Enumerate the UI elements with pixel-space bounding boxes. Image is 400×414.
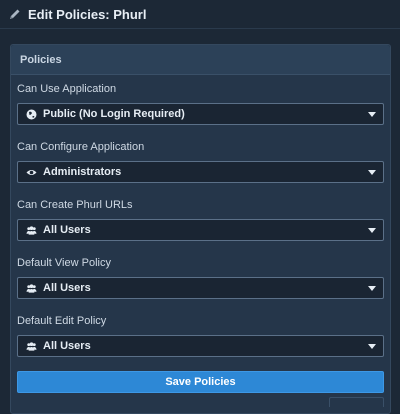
users-icon bbox=[26, 283, 37, 294]
page-header: Edit Policies: Phurl bbox=[0, 0, 400, 28]
can-configure-application-label: Can Configure Application bbox=[17, 141, 145, 153]
panel-heading: Policies bbox=[11, 45, 390, 75]
can-use-application-label: Can Use Application bbox=[17, 83, 117, 95]
chevron-down-icon bbox=[368, 286, 376, 291]
pencil-icon bbox=[8, 7, 22, 21]
globe-icon bbox=[26, 109, 37, 120]
users-icon bbox=[26, 225, 37, 236]
chevron-down-icon bbox=[368, 228, 376, 233]
select-value: All Users bbox=[43, 340, 91, 352]
header-divider bbox=[0, 28, 400, 29]
chevron-down-icon bbox=[368, 170, 376, 175]
can-use-application-select[interactable]: Public (No Login Required) bbox=[17, 103, 384, 125]
secondary-button-edge[interactable] bbox=[329, 397, 384, 407]
page-title: Edit Policies: Phurl bbox=[28, 6, 147, 22]
default-view-policy-select[interactable]: All Users bbox=[17, 277, 384, 299]
can-create-phurl-urls-label: Can Create Phurl URLs bbox=[17, 199, 133, 211]
default-edit-policy-label: Default Edit Policy bbox=[17, 315, 107, 327]
select-value: All Users bbox=[43, 224, 91, 236]
default-view-policy-label: Default View Policy bbox=[17, 257, 111, 269]
select-value: All Users bbox=[43, 282, 91, 294]
can-create-phurl-urls-select[interactable]: All Users bbox=[17, 219, 384, 241]
users-icon bbox=[26, 341, 37, 352]
select-value: Administrators bbox=[43, 166, 122, 178]
chevron-down-icon bbox=[368, 344, 376, 349]
default-edit-policy-select[interactable]: All Users bbox=[17, 335, 384, 357]
chevron-down-icon bbox=[368, 112, 376, 117]
eye-icon bbox=[26, 167, 37, 178]
can-configure-application-select[interactable]: Administrators bbox=[17, 161, 384, 183]
policies-panel: Policies Can Use Application Public (No … bbox=[10, 44, 391, 414]
save-policies-button[interactable]: Save Policies bbox=[17, 371, 384, 393]
select-value: Public (No Login Required) bbox=[43, 108, 185, 120]
